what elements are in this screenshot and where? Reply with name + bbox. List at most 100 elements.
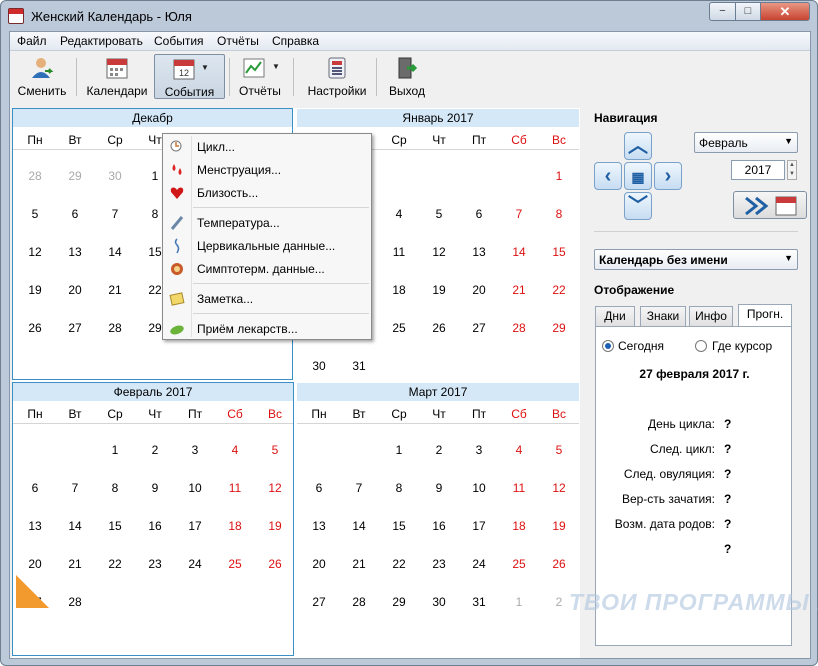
day-cell[interactable]: 22 [95, 557, 135, 571]
maximize-button[interactable]: □ [735, 2, 761, 21]
day-cell[interactable]: 4 [215, 443, 255, 457]
day-cell[interactable]: 2 [135, 443, 175, 457]
day-cell[interactable]: 3 [459, 443, 499, 457]
menu-reports[interactable]: Отчёты [217, 34, 259, 48]
day-cell[interactable]: 1 [499, 595, 539, 609]
month-select[interactable]: Февраль ▼ [694, 132, 798, 153]
day-cell[interactable]: 28 [339, 595, 379, 609]
day-cell[interactable]: 24 [175, 557, 215, 571]
day-cell[interactable]: 28 [95, 321, 135, 335]
day-cell[interactable]: 15 [539, 245, 579, 259]
nav-up-button[interactable]: ︿ [624, 132, 652, 160]
day-cell[interactable]: 12 [539, 481, 579, 495]
day-cell[interactable]: 5 [419, 207, 459, 221]
day-cell[interactable]: 20 [15, 557, 55, 571]
day-cell[interactable]: 31 [459, 595, 499, 609]
menu-item-cervical[interactable]: Цервикальные данные... [165, 235, 369, 256]
day-cell[interactable]: 22 [379, 557, 419, 571]
menu-item-cycle[interactable]: Цикл... [165, 136, 369, 157]
month-title[interactable]: Декабр [13, 109, 292, 127]
day-cell[interactable]: 13 [459, 245, 499, 259]
day-cell[interactable]: 29 [55, 169, 95, 183]
reports-button[interactable]: ▼ Отчёты [234, 54, 286, 99]
day-cell[interactable]: 18 [379, 283, 419, 297]
day-cell[interactable]: 14 [339, 519, 379, 533]
menu-edit[interactable]: Редактировать [60, 34, 143, 48]
day-cell[interactable]: 6 [15, 481, 55, 495]
day-cell[interactable]: 26 [15, 321, 55, 335]
day-cell[interactable]: 10 [459, 481, 499, 495]
day-cell[interactable]: 21 [339, 557, 379, 571]
menu-item-note[interactable]: Заметка... [165, 288, 369, 309]
day-cell[interactable]: 15 [95, 519, 135, 533]
day-cell[interactable]: 28 [55, 595, 95, 609]
day-cell[interactable]: 26 [419, 321, 459, 335]
day-cell[interactable]: 24 [459, 557, 499, 571]
day-cell[interactable]: 11 [499, 481, 539, 495]
day-cell[interactable]: 8 [539, 207, 579, 221]
day-cell[interactable]: 4 [379, 207, 419, 221]
change-user-button[interactable]: Сменить [12, 54, 72, 99]
day-cell[interactable]: 9 [419, 481, 459, 495]
day-cell[interactable]: 15 [379, 519, 419, 533]
day-cell[interactable]: 1 [379, 443, 419, 457]
menu-item-symptotherm[interactable]: Симптотерм. данные... [165, 258, 369, 279]
day-cell[interactable]: 5 [539, 443, 579, 457]
day-cell[interactable]: 16 [135, 519, 175, 533]
calendar-select[interactable]: Календарь без имени ▼ [594, 249, 798, 270]
day-cell[interactable]: 5 [255, 443, 295, 457]
day-cell[interactable]: 20 [55, 283, 95, 297]
day-cell[interactable]: 22 [539, 283, 579, 297]
settings-button[interactable]: Настройки [305, 54, 369, 99]
day-cell[interactable]: 7 [55, 481, 95, 495]
nav-left-button[interactable]: ‹ [594, 162, 622, 190]
menu-item-temperature[interactable]: Температура... [165, 212, 369, 233]
day-cell[interactable]: 8 [95, 481, 135, 495]
close-button[interactable]: ✕ [760, 2, 810, 21]
events-button[interactable]: 12 ▼ События [154, 54, 225, 99]
menu-item-medication[interactable]: Приём лекарств... [165, 318, 369, 339]
day-cell[interactable]: 30 [299, 359, 339, 373]
day-cell[interactable]: 7 [499, 207, 539, 221]
day-cell[interactable]: 5 [15, 207, 55, 221]
day-cell[interactable]: 26 [539, 557, 579, 571]
day-cell[interactable]: 20 [459, 283, 499, 297]
day-cell[interactable]: 9 [135, 481, 175, 495]
tab-days[interactable]: Дни [595, 306, 635, 327]
day-cell[interactable]: 29 [379, 595, 419, 609]
nav-right-button[interactable]: › [654, 162, 682, 190]
day-cell[interactable]: 29 [539, 321, 579, 335]
day-cell[interactable]: 6 [55, 207, 95, 221]
day-cell[interactable]: 4 [499, 443, 539, 457]
month-title[interactable]: Март 2017 [297, 383, 579, 401]
day-cell[interactable]: 12 [255, 481, 295, 495]
day-cell[interactable]: 25 [379, 321, 419, 335]
year-input[interactable]: 2017 [731, 160, 785, 180]
day-cell[interactable]: 17 [459, 519, 499, 533]
day-cell[interactable]: 18 [499, 519, 539, 533]
day-cell[interactable]: 19 [255, 519, 295, 533]
menu-help[interactable]: Справка [272, 34, 319, 48]
day-cell[interactable]: 13 [15, 519, 55, 533]
calendars-button[interactable]: Календари [84, 54, 150, 99]
day-cell[interactable]: 26 [255, 557, 295, 571]
day-cell[interactable]: 28 [15, 169, 55, 183]
day-cell[interactable]: 27 [55, 321, 95, 335]
day-cell[interactable]: 12 [15, 245, 55, 259]
day-cell[interactable]: 12 [419, 245, 459, 259]
day-cell[interactable]: 1 [539, 169, 579, 183]
day-cell[interactable]: 2 [419, 443, 459, 457]
menu-item-menstruation[interactable]: Менструация... [165, 159, 369, 180]
day-cell[interactable]: 8 [379, 481, 419, 495]
menu-events[interactable]: События [154, 34, 204, 48]
day-cell[interactable]: 23 [135, 557, 175, 571]
day-cell[interactable]: 16 [419, 519, 459, 533]
day-cell[interactable]: 7 [339, 481, 379, 495]
day-cell[interactable]: 19 [419, 283, 459, 297]
exit-button[interactable]: Выход [384, 54, 430, 99]
day-cell[interactable]: 21 [55, 557, 95, 571]
day-cell[interactable]: 3 [175, 443, 215, 457]
day-cell[interactable]: 17 [175, 519, 215, 533]
day-cell[interactable]: 31 [339, 359, 379, 373]
nav-down-button[interactable]: ﹀ [624, 192, 652, 220]
